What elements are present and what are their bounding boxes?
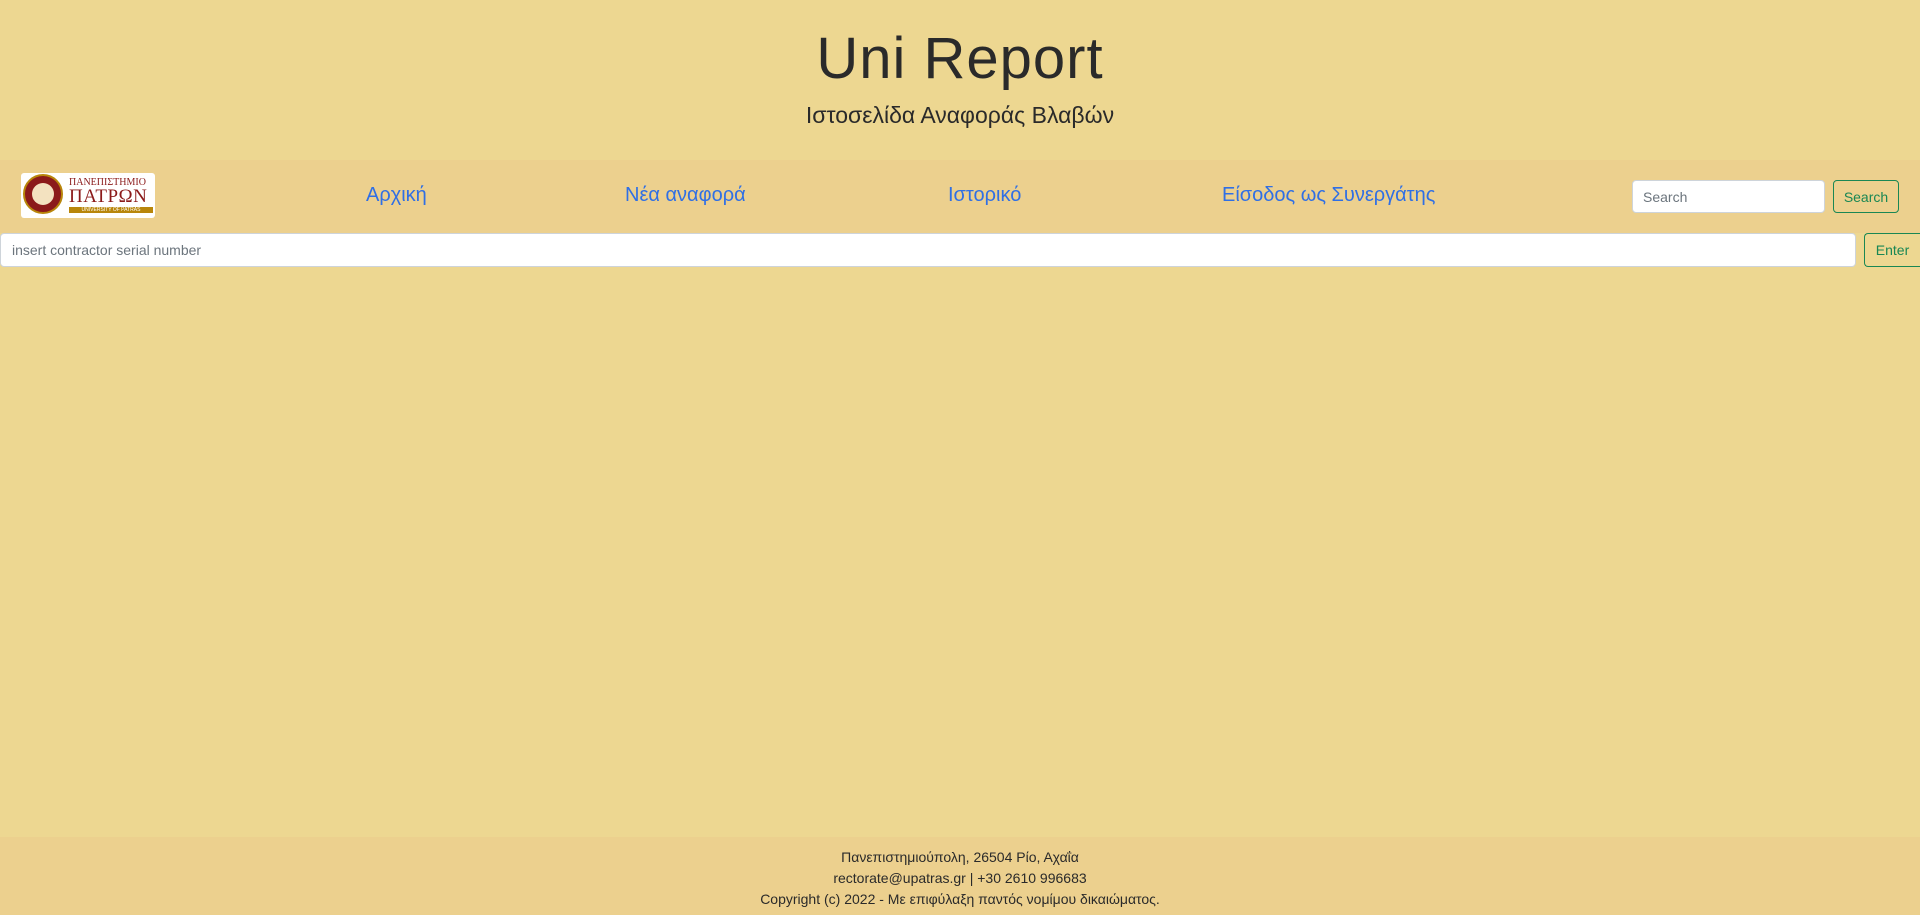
site-footer: Πανεπιστημιούπολη, 26504 Ρίο, Αχαΐα rect…	[0, 837, 1920, 915]
nav-link-new-report[interactable]: Νέα αναφορά	[625, 182, 746, 208]
nav-link-partner-login[interactable]: Είσοδος ως Συνεργάτης	[1222, 182, 1435, 208]
university-seal-icon	[23, 174, 63, 214]
site-subtitle: Ιστοσελίδα Αναφοράς Βλαβών	[805, 102, 1115, 128]
site-title: Uni Report	[816, 26, 1104, 91]
footer-address: Πανεπιστημιούπολη, 26504 Ρίο, Αχαΐα	[841, 849, 1079, 865]
logo-text-english: UNIVERSITY OF PATRAS	[69, 207, 153, 213]
main-navbar: ΠΑΝΕΠΙΣΤΗΜΙΟ ΠΑΤΡΩΝ UNIVERSITY OF PATRAS…	[0, 160, 1920, 233]
logo-text-main: ΠΑΤΡΩΝ	[69, 186, 148, 207]
search-button[interactable]: Search	[1833, 180, 1899, 213]
search-input[interactable]	[1632, 180, 1825, 213]
contractor-serial-input[interactable]	[0, 233, 1856, 267]
footer-copyright: Copyright (c) 2022 - Με επιφύλαξη παντός…	[760, 891, 1160, 907]
enter-button[interactable]: Enter	[1864, 233, 1920, 267]
site-header: Uni Report Ιστοσελίδα Αναφοράς Βλαβών	[0, 0, 1920, 160]
university-logo[interactable]: ΠΑΝΕΠΙΣΤΗΜΙΟ ΠΑΤΡΩΝ UNIVERSITY OF PATRAS	[21, 173, 155, 218]
nav-link-home[interactable]: Αρχική	[366, 182, 427, 208]
nav-link-history[interactable]: Ιστορικό	[948, 182, 1021, 208]
footer-contact: rectorate@upatras.gr | +30 2610 996683	[833, 870, 1087, 886]
